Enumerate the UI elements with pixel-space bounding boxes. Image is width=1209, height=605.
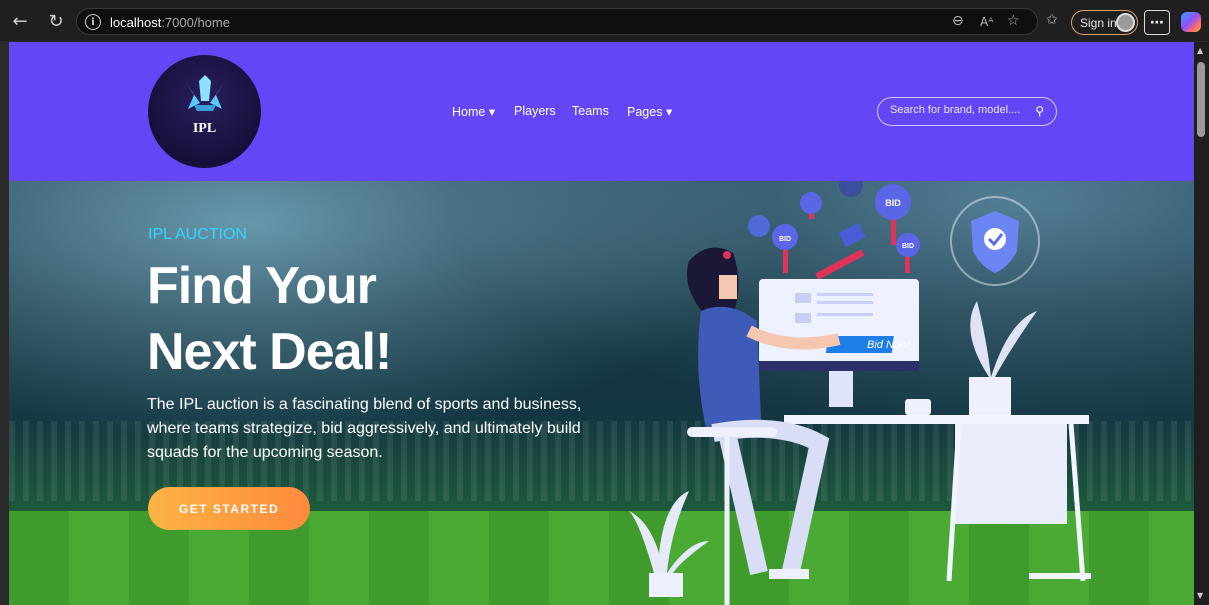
hero-title-line-1: Find Your <box>147 257 377 315</box>
read-aloud-icon[interactable]: Aᴬ <box>980 15 993 29</box>
shield-check-icon <box>950 196 1040 286</box>
reload-icon[interactable]: ↻ <box>44 9 68 33</box>
scroll-up-icon[interactable]: ▲ <box>1197 46 1203 55</box>
browser-window: ← ↻ i localhost:7000/home ⊖ Aᴬ ☆ ✩ Sign … <box>0 0 1209 605</box>
caret-down-icon: ▾ <box>665 105 673 119</box>
nav-teams[interactable]: Teams <box>572 104 609 118</box>
more-menu-icon[interactable]: ⋯ <box>1144 10 1170 35</box>
search-input[interactable] <box>890 104 1020 116</box>
favorite-star-icon[interactable]: ☆ <box>1007 13 1020 29</box>
browser-toolbar: ← ↻ i localhost:7000/home ⊖ Aᴬ ☆ ✩ Sign … <box>0 0 1209 42</box>
search-box: ⚲ <box>877 97 1057 126</box>
crown-trophy-icon <box>186 75 224 111</box>
url-path: :7000/home <box>161 15 230 30</box>
nav-pages-label: Pages <box>627 105 663 119</box>
caret-down-icon: ▾ <box>488 105 496 119</box>
nav-players[interactable]: Players <box>514 104 556 118</box>
plant-illustration <box>629 491 709 597</box>
page-scrollbar[interactable]: ▲ ▼ <box>1194 42 1209 605</box>
url-host: localhost <box>110 15 162 30</box>
back-arrow-icon[interactable]: ← <box>8 9 32 33</box>
bid-now-label: Bid Now! <box>867 339 911 351</box>
hero-title-line-2: Next Deal! <box>147 323 392 381</box>
search-icon[interactable]: ⚲ <box>1035 104 1044 118</box>
logo-text: IPL <box>192 121 217 136</box>
hero-section: IPL AUCTION Find Your Next Deal! The IPL… <box>9 181 1194 605</box>
gavel-icon <box>815 222 866 280</box>
copilot-icon[interactable] <box>1181 12 1201 32</box>
auction-illustration: BID BID BID Bid Now! <box>629 181 1091 605</box>
hero-eyebrow: IPL AUCTION <box>148 226 247 243</box>
sign-in-label: Sign in <box>1080 15 1117 30</box>
get-started-button[interactable]: GET STARTED <box>148 487 310 530</box>
site-logo[interactable]: IPL <box>148 55 261 168</box>
favorites-list-icon[interactable]: ✩ <box>1046 12 1058 28</box>
page-viewport: IPL Home ▾ Players Teams Pages ▾ ⚲ IPL A… <box>9 42 1194 605</box>
site-header: IPL Home ▾ Players Teams Pages ▾ ⚲ <box>9 42 1194 181</box>
basket-token-icon <box>748 215 770 237</box>
sign-in-button[interactable]: Sign in <box>1071 10 1138 35</box>
bid-token-icon: BID <box>896 233 920 273</box>
address-url[interactable]: localhost:7000/home <box>110 15 230 30</box>
hero-title: Find Your Next Deal! <box>147 253 392 385</box>
bid-token-label: BID <box>902 243 914 250</box>
site-info-icon[interactable]: i <box>85 14 101 30</box>
zoom-out-icon[interactable]: ⊖ <box>952 13 964 29</box>
nav-home[interactable]: Home ▾ <box>452 104 495 119</box>
nav-pages[interactable]: Pages ▾ <box>627 104 672 119</box>
bid-token-icon: BID <box>772 224 798 273</box>
scrollbar-thumb[interactable] <box>1197 62 1205 137</box>
address-bar[interactable]: i localhost:7000/home ⊖ Aᴬ ☆ <box>76 8 1038 35</box>
hero-description: The IPL auction is a fascinating blend o… <box>147 396 582 461</box>
bid-token-label: BID <box>779 236 791 243</box>
nav-home-label: Home <box>452 105 486 119</box>
basket-token-icon <box>839 181 863 197</box>
bid-token-label: BID <box>885 198 901 208</box>
bid-token-icon <box>800 192 822 219</box>
profile-avatar-icon <box>1116 13 1135 32</box>
scroll-down-icon[interactable]: ▼ <box>1197 591 1203 600</box>
